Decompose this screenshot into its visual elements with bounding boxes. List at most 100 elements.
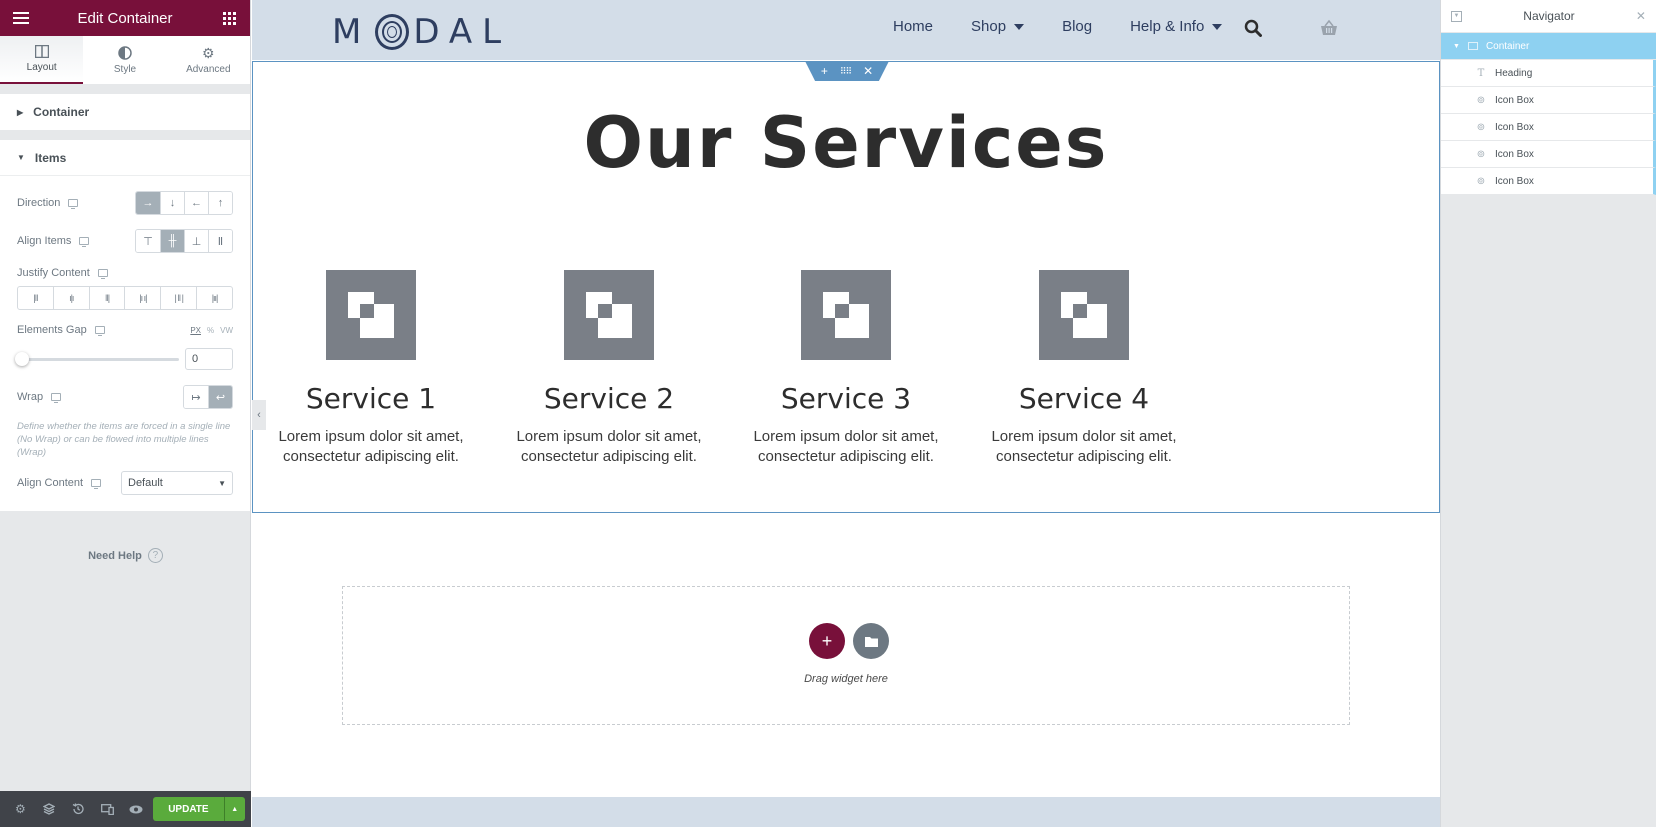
logo-text-left: M xyxy=(332,12,372,52)
navigator-item-label: Icon Box xyxy=(1495,121,1534,133)
cart-basket-icon[interactable] xyxy=(1320,19,1338,42)
nav-blog[interactable]: Blog xyxy=(1062,18,1092,35)
search-icon[interactable] xyxy=(1244,19,1262,42)
settings-gear-icon[interactable]: ⚙ xyxy=(6,791,35,827)
navigator-item-container[interactable]: ▼ Container xyxy=(1441,33,1656,60)
add-element-icon[interactable]: + xyxy=(821,64,828,78)
align-end-button[interactable]: ⊥ xyxy=(184,230,208,252)
layers-navigator-icon[interactable] xyxy=(35,791,64,827)
justify-space-between-button[interactable]: |ı ı| xyxy=(124,287,160,309)
desktop-icon[interactable] xyxy=(94,326,105,336)
collapse-panel-chevron-left-icon[interactable]: ‹ xyxy=(252,400,266,430)
widgets-grid-icon[interactable] xyxy=(220,9,238,27)
direction-buttons: → ↓ ← ↑ xyxy=(135,191,233,215)
justify-center-button[interactable]: ı|ı xyxy=(52,287,89,309)
hamburger-menu-icon[interactable] xyxy=(12,9,30,27)
nav-label: Blog xyxy=(1062,18,1093,35)
gear-icon: ⚙ xyxy=(202,44,215,61)
navigator-panel: ▼ Navigator ✕ ▼ Container T Heading ⊚ Ic… xyxy=(1440,0,1656,827)
drag-handle-icon[interactable]: ⠿⠿ xyxy=(840,66,852,77)
navigator-item-icon-box[interactable]: ⊚ Icon Box xyxy=(1441,141,1656,168)
chevron-down-icon: ▼ xyxy=(218,478,226,488)
add-section-plus-icon[interactable]: + xyxy=(809,623,845,659)
align-center-button[interactable]: ╫ xyxy=(160,230,184,252)
direction-control: Direction → ↓ ← ↑ xyxy=(17,184,233,222)
navigator-item-icon-box[interactable]: ⊚ Icon Box xyxy=(1441,114,1656,141)
tab-layout[interactable]: Layout xyxy=(0,36,84,84)
logo-text-right: DAL xyxy=(413,12,512,52)
direction-column-reverse-button[interactable]: ↑ xyxy=(208,192,232,214)
tab-advanced[interactable]: ⚙ Advanced xyxy=(167,36,250,84)
tab-style[interactable]: Style xyxy=(83,36,166,84)
desktop-icon[interactable] xyxy=(97,269,108,279)
justify-start-button[interactable]: |ǁ xyxy=(18,287,53,309)
nav-help-info[interactable]: Help & Info xyxy=(1130,18,1223,35)
update-button[interactable]: UPDATE xyxy=(153,797,224,821)
collapse-all-icon[interactable]: ▼ xyxy=(1451,10,1462,22)
empty-drop-zone[interactable]: + Drag widget here xyxy=(342,586,1350,725)
navigator-item-icon-box[interactable]: ⊚ Icon Box xyxy=(1441,87,1656,114)
selected-container[interactable]: + ⠿⠿ ✕ Our Services Service 1 Lorem ipsu… xyxy=(252,61,1440,513)
wrap-description: Define whether the items are forced in a… xyxy=(17,421,231,458)
justify-end-button[interactable]: ǁ| xyxy=(88,287,125,309)
gap-slider[interactable] xyxy=(15,351,179,366)
nav-label: Help & Info xyxy=(1130,18,1205,35)
items-controls: Direction → ↓ ← ↑ Align Items ⊤ ╫ ⊥ Ⅱ Ju xyxy=(0,176,250,511)
template-library-folder-icon[interactable] xyxy=(853,623,889,659)
direction-column-button[interactable]: ↓ xyxy=(160,192,184,214)
gap-input[interactable] xyxy=(185,348,233,370)
align-stretch-button[interactable]: Ⅱ xyxy=(208,230,232,252)
preview-eye-icon[interactable] xyxy=(121,791,150,827)
navigator-item-icon-box[interactable]: ⊚ Icon Box xyxy=(1441,168,1656,195)
history-icon[interactable] xyxy=(64,791,93,827)
align-content-select[interactable]: Default ▼ xyxy=(121,471,233,495)
navigator-item-heading[interactable]: T Heading xyxy=(1441,60,1656,87)
nav-label: Shop xyxy=(971,18,1007,35)
delete-icon[interactable]: ✕ xyxy=(863,64,873,78)
desktop-icon[interactable] xyxy=(51,393,62,403)
section-title: Container xyxy=(33,105,90,119)
section-container[interactable]: ▶ Container xyxy=(0,94,250,130)
icon-box-icon: ⊚ xyxy=(1476,121,1486,133)
drag-widget-hint: Drag widget here xyxy=(804,673,888,685)
icon-box[interactable]: Service 2 Lorem ipsum dolor sit amet, co… xyxy=(504,270,714,467)
icon-box-icon: ⊚ xyxy=(1476,148,1486,160)
navigator-header: ▼ Navigator ✕ xyxy=(1441,0,1656,33)
direction-row-button[interactable]: → xyxy=(136,192,160,214)
responsive-mode-icon[interactable] xyxy=(93,791,122,827)
unit-vw[interactable]: VW xyxy=(220,326,233,335)
no-wrap-button[interactable]: ↦ xyxy=(184,386,208,408)
navigator-item-label: Icon Box xyxy=(1495,94,1534,106)
space-evenly-icon: |ıı| xyxy=(211,293,219,303)
need-help-link[interactable]: Need Help ? xyxy=(0,548,251,563)
service-title: Service 1 xyxy=(305,382,437,415)
nav-home[interactable]: Home xyxy=(893,18,933,35)
services-heading[interactable]: Our Services xyxy=(253,102,1439,184)
unit-percent[interactable]: % xyxy=(207,326,214,335)
icon-box[interactable]: Service 1 Lorem ipsum dolor sit amet, co… xyxy=(266,270,476,467)
section-items[interactable]: ▼ Items xyxy=(0,140,250,176)
slider-handle[interactable] xyxy=(15,351,29,366)
control-label: Wrap xyxy=(17,391,44,403)
service-text: Lorem ipsum dolor sit amet, consectetur … xyxy=(753,428,939,465)
icon-box[interactable]: Service 4 Lorem ipsum dolor sit amet, co… xyxy=(979,270,1189,467)
select-value: Default xyxy=(128,477,163,489)
nav-shop[interactable]: Shop xyxy=(971,18,1025,35)
unit-px[interactable]: PX xyxy=(190,326,201,335)
direction-row-reverse-button[interactable]: ← xyxy=(184,192,208,214)
justify-space-around-button[interactable]: | ǁ | xyxy=(160,287,196,309)
site-header: M DAL Home Shop Blog Help & Info xyxy=(252,0,1440,60)
desktop-icon[interactable] xyxy=(91,479,102,489)
close-icon[interactable]: ✕ xyxy=(1636,9,1646,23)
desktop-icon[interactable] xyxy=(68,199,79,209)
panel-tabs: Layout Style ⚙ Advanced xyxy=(0,36,250,84)
align-start-button[interactable]: ⊤ xyxy=(136,230,160,252)
save-options-caret-icon[interactable]: ▲ xyxy=(223,797,245,821)
justify-space-evenly-button[interactable]: |ıı| xyxy=(196,287,232,309)
control-label: Align Content xyxy=(17,477,84,489)
site-logo[interactable]: M DAL xyxy=(332,12,511,52)
service-title: Service 4 xyxy=(1018,382,1150,415)
icon-box[interactable]: Service 3 Lorem ipsum dolor sit amet, co… xyxy=(741,270,951,467)
desktop-icon[interactable] xyxy=(79,237,90,247)
wrap-button[interactable]: ↩ xyxy=(208,386,232,408)
